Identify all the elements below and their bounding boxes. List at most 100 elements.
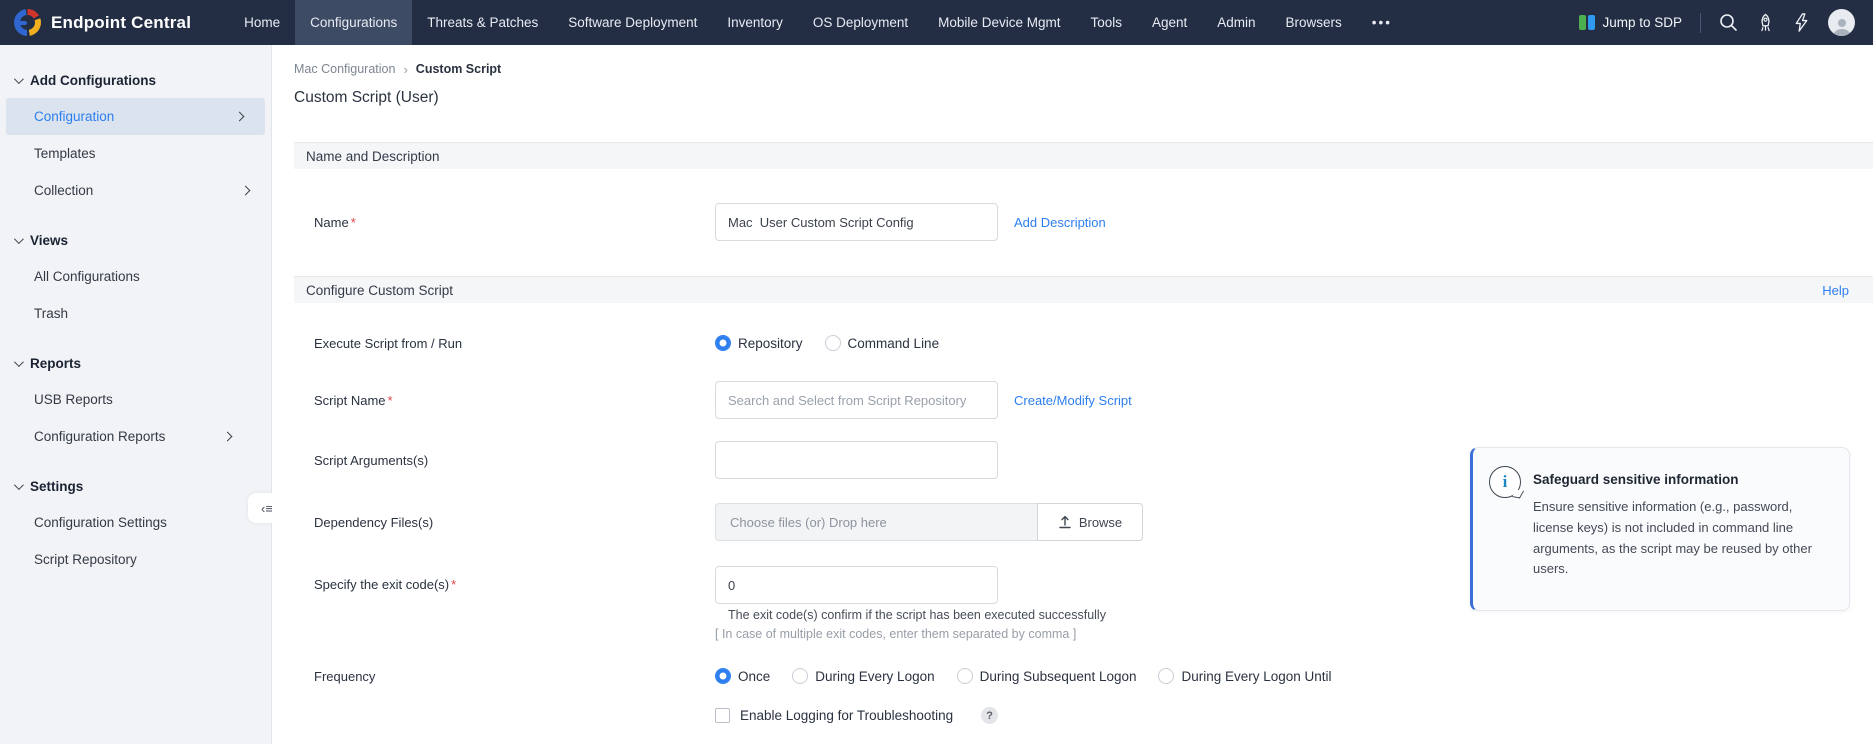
required-asterisk: * <box>451 577 456 592</box>
top-navbar: Endpoint Central Home Configurations Thr… <box>0 0 1873 45</box>
user-avatar[interactable] <box>1828 9 1855 36</box>
enable-logging-checkbox[interactable] <box>715 708 730 723</box>
frequency-row: Frequency Once During Every Logon During… <box>294 666 1873 686</box>
chevron-down-icon <box>14 234 24 244</box>
exit-code-hint-secondary: [ In case of multiple exit codes, enter … <box>715 627 1106 647</box>
help-question-icon[interactable]: ? <box>981 707 998 724</box>
lightning-icon[interactable] <box>1793 13 1810 32</box>
nav-tab-inventory[interactable]: Inventory <box>712 0 798 45</box>
script-name-input[interactable] <box>715 381 998 419</box>
script-arguments-label: Script Arguments(s) <box>314 453 715 468</box>
nav-tab-home[interactable]: Home <box>229 0 295 45</box>
radio-unselected-icon <box>957 668 973 684</box>
sidebar-item-configuration-reports[interactable]: Configuration Reports <box>0 418 271 455</box>
nav-tab-configurations[interactable]: Configurations <box>295 0 412 45</box>
brand-name: Endpoint Central <box>51 13 191 33</box>
section-name-and-description: Name and Description <box>294 142 1873 169</box>
radio-during-every-logon[interactable]: During Every Logon <box>792 668 934 684</box>
execute-from-row: Execute Script from / Run Repository Com… <box>294 333 1873 353</box>
breadcrumb-mac-configuration[interactable]: Mac Configuration <box>294 62 395 76</box>
safeguard-info-box: i Safeguard sensitive information Ensure… <box>1470 447 1850 611</box>
sidebar-item-usb-reports[interactable]: USB Reports <box>0 381 271 418</box>
exit-code-label: Specify the exit code(s)* <box>314 566 715 592</box>
breadcrumb: Mac Configuration › Custom Script <box>294 59 1873 79</box>
chevron-right-icon <box>241 186 251 196</box>
rocket-icon[interactable] <box>1756 13 1775 32</box>
execute-from-label: Execute Script from / Run <box>314 336 715 351</box>
sidebar: Add Configurations Configuration Templat… <box>0 45 272 744</box>
chevron-right-icon <box>235 112 245 122</box>
search-icon[interactable] <box>1719 13 1738 32</box>
exit-code-input[interactable] <box>715 566 998 604</box>
brand[interactable]: Endpoint Central <box>0 0 229 45</box>
sidebar-item-collection[interactable]: Collection <box>0 172 271 209</box>
radio-repository[interactable]: Repository <box>715 335 803 351</box>
nav-tab-agent[interactable]: Agent <box>1137 0 1202 45</box>
radio-once[interactable]: Once <box>715 668 770 684</box>
jump-to-sdp-button[interactable]: Jump to SDP <box>1579 15 1682 30</box>
frequency-radio-group: Once During Every Logon During Subsequen… <box>715 668 1332 684</box>
execute-from-radio-group: Repository Command Line <box>715 335 939 351</box>
create-modify-script-link[interactable]: Create/Modify Script <box>1014 393 1132 408</box>
chevron-down-icon <box>14 357 24 367</box>
upload-icon <box>1058 515 1072 529</box>
browse-button[interactable]: Browse <box>1037 503 1143 541</box>
chevron-down-icon <box>14 74 24 84</box>
sidebar-section-add-configurations[interactable]: Add Configurations <box>0 63 271 98</box>
add-description-link[interactable]: Add Description <box>1014 215 1106 230</box>
radio-selected-icon <box>715 668 731 684</box>
sidebar-item-configuration[interactable]: Configuration <box>6 98 265 135</box>
radio-unselected-icon <box>825 335 841 351</box>
dependency-files-label: Dependency Files(s) <box>314 515 715 530</box>
radio-selected-icon <box>715 335 731 351</box>
nav-tab-browsers[interactable]: Browsers <box>1271 0 1357 45</box>
section-configure-custom-script: Configure Custom Script Help <box>294 276 1873 303</box>
name-input[interactable] <box>715 203 998 241</box>
required-asterisk: * <box>351 215 356 230</box>
sidebar-item-script-repository[interactable]: Script Repository <box>0 541 271 578</box>
nav-more-ellipsis-icon[interactable]: ••• <box>1357 0 1407 45</box>
info-box-body: Ensure sensitive information (e.g., pass… <box>1533 497 1829 580</box>
sidebar-item-configuration-settings[interactable]: Configuration Settings <box>0 504 271 541</box>
required-asterisk: * <box>388 393 393 408</box>
name-row: Name* Add Description <box>294 203 1873 241</box>
sidebar-item-all-configurations[interactable]: All Configurations <box>0 258 271 295</box>
chevron-right-icon <box>223 432 233 442</box>
sidebar-item-trash[interactable]: Trash <box>0 295 271 332</box>
file-dropzone[interactable]: Choose files (or) Drop here <box>715 503 1037 541</box>
nav-tab-threats-patches[interactable]: Threats & Patches <box>412 0 553 45</box>
sidebar-item-templates[interactable]: Templates <box>0 135 271 172</box>
sidebar-section-reports[interactable]: Reports <box>0 346 271 381</box>
sidebar-section-settings[interactable]: Settings <box>0 469 271 504</box>
radio-during-every-logon-until[interactable]: During Every Logon Until <box>1158 668 1331 684</box>
breadcrumb-separator: › <box>403 62 407 77</box>
logging-row: Enable Logging for Troubleshooting ? <box>294 707 1873 724</box>
nav-tabs: Home Configurations Threats & Patches So… <box>229 0 1407 45</box>
nav-tab-mobile-device-mgmt[interactable]: Mobile Device Mgmt <box>923 0 1075 45</box>
enable-logging-label: Enable Logging for Troubleshooting <box>740 708 953 723</box>
chevron-down-icon <box>14 480 24 490</box>
sidebar-section-views[interactable]: Views <box>0 223 271 258</box>
divider <box>1700 13 1701 33</box>
endpoint-central-logo-icon <box>14 9 41 36</box>
frequency-label: Frequency <box>314 669 715 684</box>
help-link[interactable]: Help <box>1822 283 1849 298</box>
script-name-row: Script Name* Create/Modify Script <box>294 381 1873 419</box>
nav-tab-tools[interactable]: Tools <box>1075 0 1137 45</box>
sdp-icon <box>1579 15 1595 30</box>
nav-tab-os-deployment[interactable]: OS Deployment <box>798 0 923 45</box>
radio-unselected-icon <box>792 668 808 684</box>
radio-unselected-icon <box>1158 668 1174 684</box>
nav-tab-software-deployment[interactable]: Software Deployment <box>553 0 712 45</box>
info-bubble-icon: i <box>1489 466 1521 498</box>
radio-during-subsequent-logon[interactable]: During Subsequent Logon <box>957 668 1137 684</box>
main-content: Mac Configuration › Custom Script Custom… <box>272 45 1873 744</box>
script-arguments-input[interactable] <box>715 441 998 479</box>
nav-tab-admin[interactable]: Admin <box>1202 0 1270 45</box>
exit-code-hint: The exit code(s) confirm if the script h… <box>715 608 1106 627</box>
name-label: Name* <box>314 215 715 230</box>
script-name-label: Script Name* <box>314 393 715 408</box>
radio-command-line[interactable]: Command Line <box>825 335 940 351</box>
breadcrumb-custom-script: Custom Script <box>416 62 501 76</box>
page-title: Custom Script (User) <box>294 89 1873 111</box>
